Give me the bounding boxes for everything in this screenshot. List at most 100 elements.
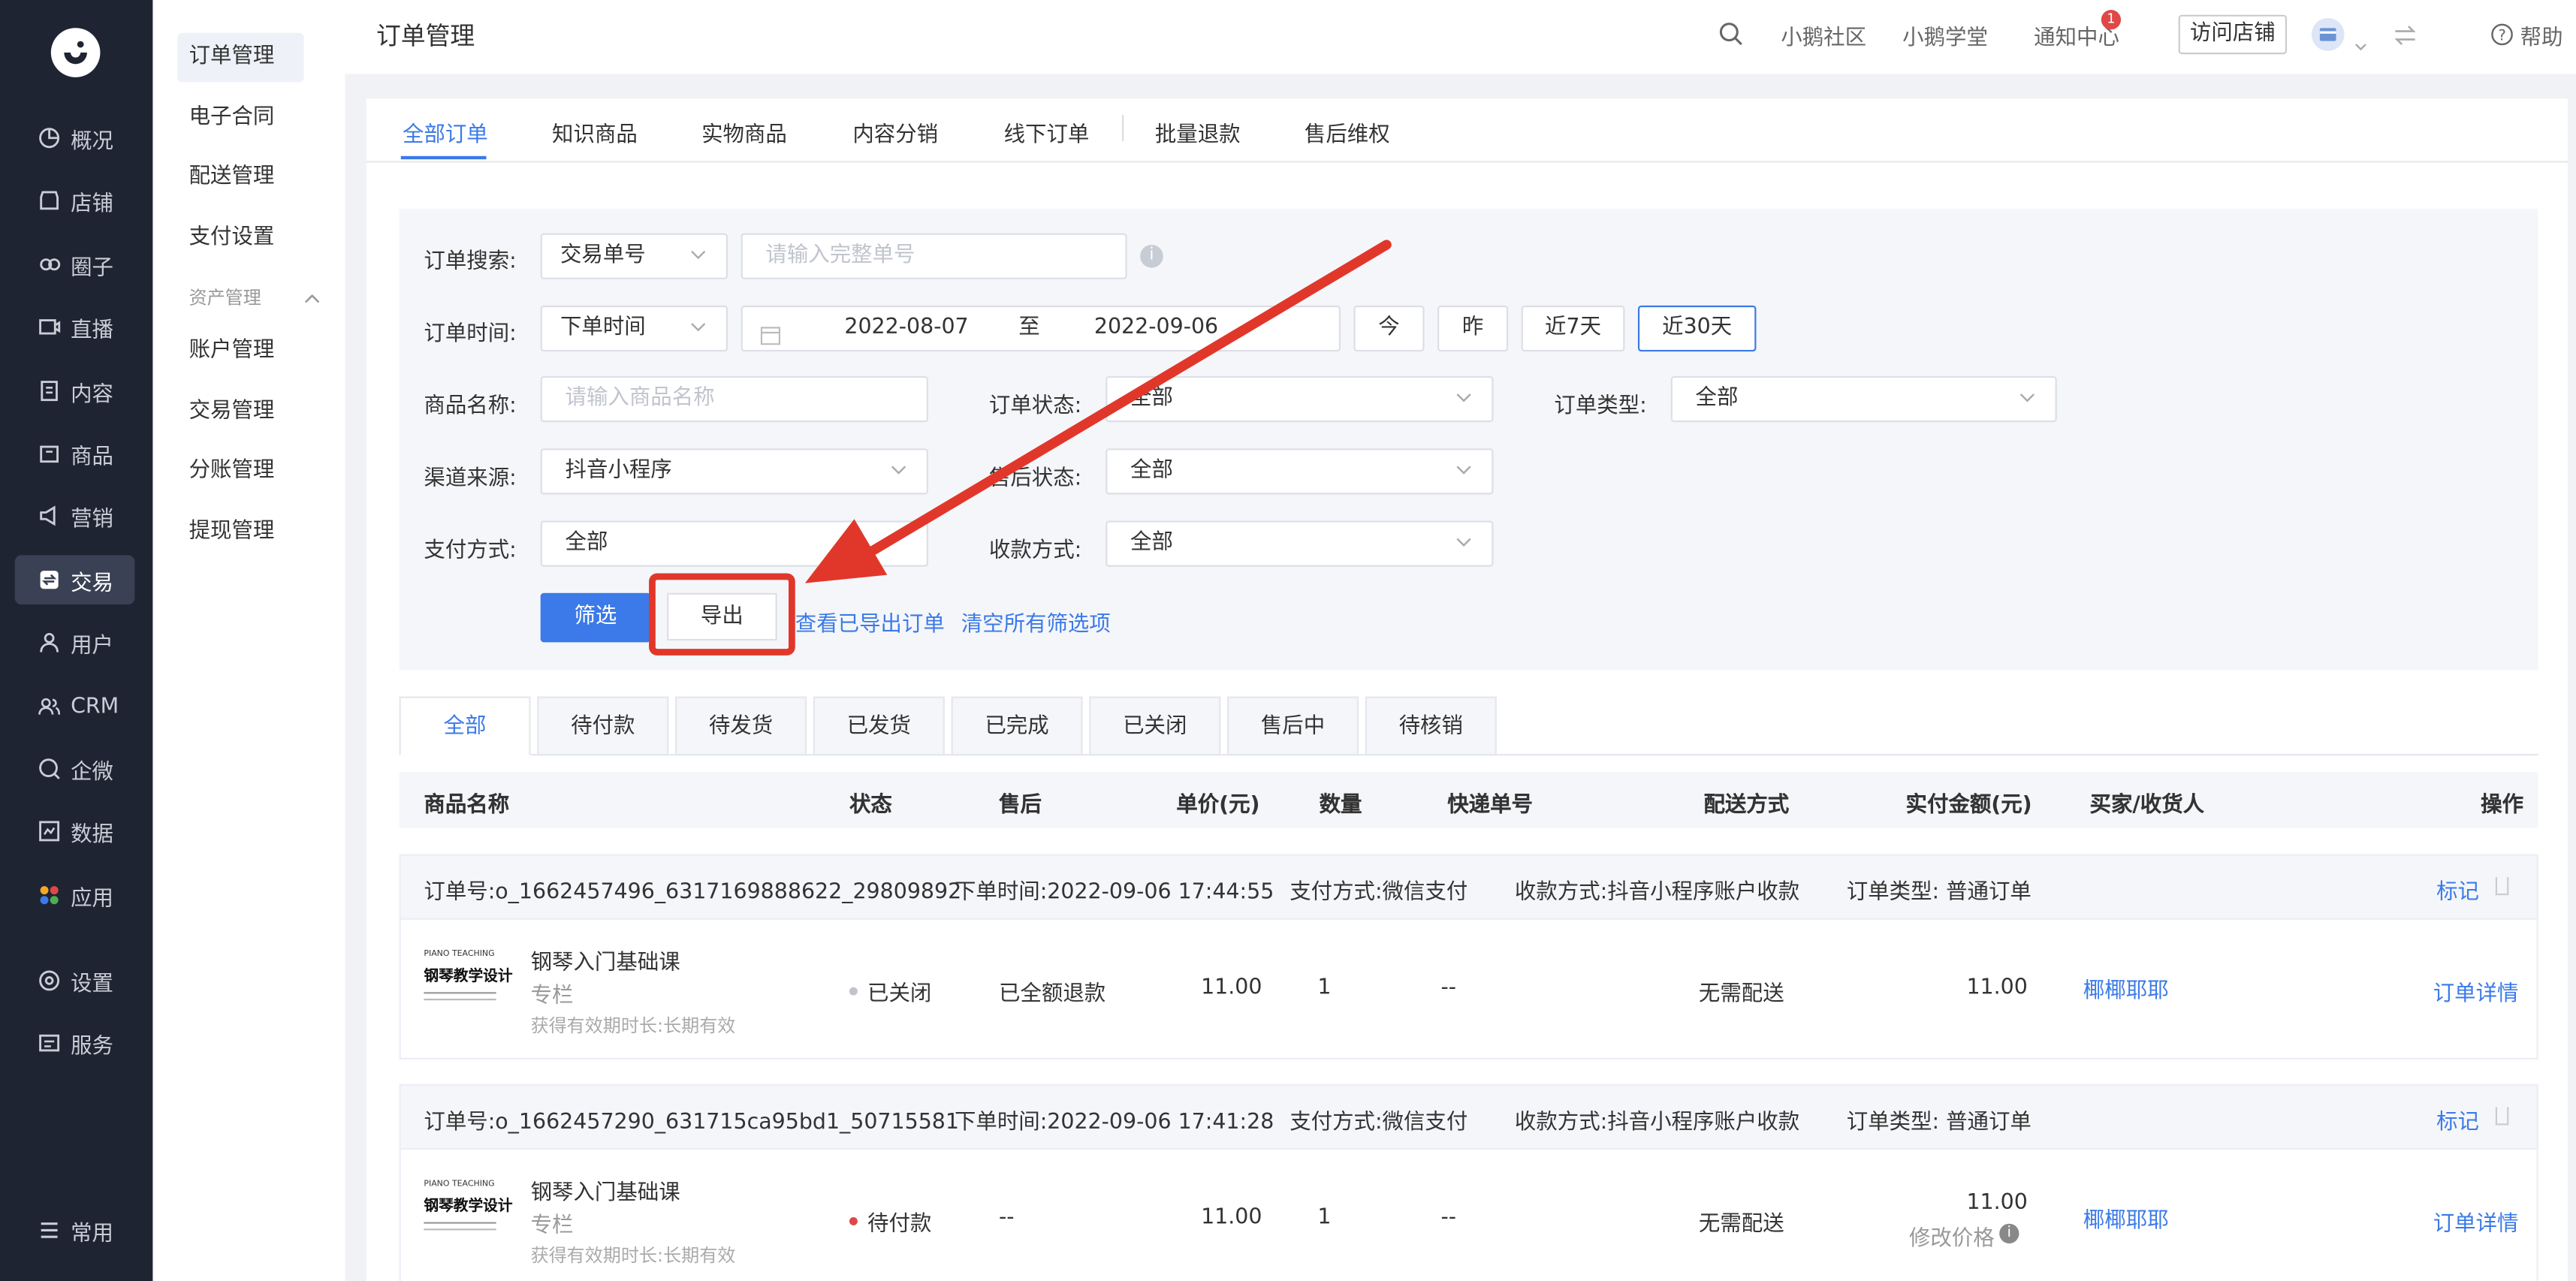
help-icon[interactable]: ? bbox=[2490, 21, 2514, 53]
tab-distribution[interactable]: 内容分销 bbox=[852, 116, 938, 148]
order-number-placeholder: 请输入完整单号 bbox=[765, 243, 915, 268]
product-name-placeholder: 请输入商品名称 bbox=[565, 386, 715, 411]
delivery-method: 无需配送 bbox=[1698, 1212, 1784, 1237]
link-community[interactable]: 小鹅社区 bbox=[1781, 20, 1866, 51]
status-tab-all[interactable]: 全部 bbox=[399, 696, 531, 756]
nav-item-trade[interactable]: 交易 bbox=[14, 555, 135, 604]
subnav-split[interactable]: 分账管理 bbox=[177, 447, 303, 496]
nav-item-marketing[interactable]: 营销 bbox=[15, 491, 135, 541]
nav-common[interactable]: 常用 bbox=[15, 1206, 135, 1255]
tab-all-orders[interactable]: 全部订单 bbox=[403, 116, 488, 148]
visit-store-button[interactable]: 访问店铺 bbox=[2178, 14, 2287, 55]
status-tab-completed[interactable]: 已完成 bbox=[951, 696, 1083, 756]
product-name[interactable]: 钢琴入门基础课 bbox=[531, 1174, 680, 1206]
tab-batch-refund[interactable]: 批量退款 bbox=[1155, 116, 1241, 148]
time-type-value: 下单时间 bbox=[560, 315, 646, 340]
store-avatar-icon[interactable] bbox=[2311, 18, 2345, 51]
search-icon[interactable] bbox=[1718, 21, 1743, 53]
time-type-select[interactable]: 下单时间 bbox=[540, 305, 728, 352]
status-tab-pending-ship[interactable]: 待发货 bbox=[675, 696, 807, 756]
order-detail-link[interactable]: 订单详情 bbox=[2433, 975, 2519, 1007]
status-tab-shipped[interactable]: 已发货 bbox=[813, 696, 945, 756]
nav-item-store[interactable]: 店铺 bbox=[15, 176, 135, 225]
nav-item-goods[interactable]: 商品 bbox=[15, 429, 135, 478]
quick-yesterday-button[interactable]: 昨 bbox=[1437, 305, 1509, 352]
subnav-group-asset[interactable]: 资产管理 bbox=[189, 284, 321, 310]
clear-filters-link[interactable]: 清空所有筛选项 bbox=[961, 606, 1111, 637]
order-status-select[interactable]: 全部 bbox=[1106, 375, 1494, 423]
status-tab-closed[interactable]: 已关闭 bbox=[1089, 696, 1221, 756]
nav-item-data[interactable]: 数据 bbox=[15, 806, 135, 856]
product-name-input[interactable]: 请输入商品名称 bbox=[540, 375, 928, 423]
bookmark-icon[interactable] bbox=[2495, 1107, 2509, 1126]
after-sale-status: 已全额退款 bbox=[999, 982, 1106, 1007]
sub-nav: 订单管理 电子合同 配送管理 支付设置 资产管理 账户管理 交易管理 分账管理 … bbox=[152, 0, 345, 1281]
mark-link[interactable]: 标记 bbox=[2436, 1104, 2479, 1135]
label-after-sale-status: 售后状态: bbox=[988, 466, 1082, 492]
label-order-search: 订单搜索: bbox=[424, 249, 517, 275]
date-end[interactable]: 2022-09-06 bbox=[1094, 307, 1218, 350]
quick-30days-button[interactable]: 近30天 bbox=[1637, 305, 1757, 352]
pay-method-select[interactable]: 全部 bbox=[540, 520, 928, 567]
quick-7days-button[interactable]: 近7天 bbox=[1521, 305, 1625, 352]
tab-offline[interactable]: 线下订单 bbox=[1004, 116, 1090, 148]
nav-item-label: 内容 bbox=[71, 381, 113, 407]
nav-item-circle[interactable]: 圈子 bbox=[15, 240, 135, 289]
notification-badge: 1 bbox=[2101, 10, 2122, 30]
subnav-delivery[interactable]: 配送管理 bbox=[177, 152, 303, 202]
info-icon[interactable]: i bbox=[1999, 1223, 2019, 1243]
tab-physical[interactable]: 实物商品 bbox=[701, 116, 787, 148]
search-type-select[interactable]: 交易单号 bbox=[540, 233, 728, 279]
chevron-up-icon bbox=[304, 287, 321, 308]
nav-item-wecom[interactable]: 企微 bbox=[15, 744, 135, 794]
logo-icon[interactable] bbox=[50, 28, 101, 77]
channel-select[interactable]: 抖音小程序 bbox=[540, 448, 928, 495]
subnav-withdraw[interactable]: 提现管理 bbox=[177, 508, 303, 557]
order-type-value: 全部 bbox=[1695, 386, 1739, 411]
express-number: -- bbox=[1440, 975, 1456, 1001]
nav-item-content[interactable]: 内容 bbox=[15, 366, 135, 416]
link-school[interactable]: 小鹅学堂 bbox=[1902, 20, 1988, 51]
order-type-select[interactable]: 全部 bbox=[1670, 375, 2057, 423]
switch-icon[interactable] bbox=[2394, 21, 2417, 53]
buyer-link[interactable]: 椰椰耶耶 bbox=[2083, 1202, 2169, 1234]
order-detail-link[interactable]: 订单详情 bbox=[2433, 1206, 2519, 1237]
label-pay-method: 支付方式: bbox=[424, 538, 517, 564]
nav-item-service[interactable]: 服务 bbox=[15, 1018, 135, 1068]
nav-item-crm[interactable]: CRM bbox=[15, 682, 135, 731]
subnav-trade[interactable]: 交易管理 bbox=[177, 387, 303, 437]
quick-today-button[interactable]: 今 bbox=[1353, 305, 1425, 352]
subnav-account[interactable]: 账户管理 bbox=[177, 327, 303, 376]
info-icon[interactable]: i bbox=[1140, 244, 1163, 268]
tab-knowledge[interactable]: 知识商品 bbox=[552, 116, 638, 148]
product-name[interactable]: 钢琴入门基础课 bbox=[531, 945, 680, 976]
chevron-down-icon bbox=[690, 250, 707, 260]
link-help[interactable]: 帮助 bbox=[2520, 20, 2563, 51]
date-start[interactable]: 2022-08-07 bbox=[844, 307, 968, 350]
chevron-down-icon[interactable] bbox=[2354, 26, 2368, 58]
label-product-name: 商品名称: bbox=[424, 394, 517, 419]
tab-after-sale[interactable]: 售后维权 bbox=[1305, 116, 1390, 148]
mark-link[interactable]: 标记 bbox=[2436, 874, 2479, 906]
nav-item-live[interactable]: 直播 bbox=[15, 303, 135, 352]
subnav-payment[interactable]: 支付设置 bbox=[177, 213, 303, 263]
nav-item-overview[interactable]: 概况 bbox=[15, 113, 135, 163]
modify-price-link[interactable]: 修改价格 bbox=[1909, 1220, 1995, 1252]
bookmark-icon[interactable] bbox=[2495, 877, 2509, 896]
after-sale-status-select[interactable]: 全部 bbox=[1106, 448, 1494, 495]
order-number-input[interactable]: 请输入完整单号 bbox=[741, 233, 1127, 279]
subnav-contract[interactable]: 电子合同 bbox=[177, 94, 303, 143]
status-tab-after-sale[interactable]: 售后中 bbox=[1227, 696, 1359, 756]
date-range-picker[interactable]: 2022-08-07 至 2022-09-06 bbox=[741, 305, 1341, 352]
nav-item-apps[interactable]: 应用 bbox=[15, 870, 135, 920]
thumb-small-text: PIANO TEACHING bbox=[424, 949, 495, 960]
view-exported-link[interactable]: 查看已导出订单 bbox=[795, 606, 945, 637]
nav-item-user[interactable]: 用户 bbox=[15, 618, 135, 668]
nav-item-settings[interactable]: 设置 bbox=[15, 956, 135, 1005]
filter-button[interactable]: 筛选 bbox=[540, 592, 651, 643]
collect-method-select[interactable]: 全部 bbox=[1106, 520, 1494, 567]
subnav-order-manage[interactable]: 订单管理 bbox=[177, 32, 304, 83]
status-tab-pending-pay[interactable]: 待付款 bbox=[537, 696, 669, 756]
buyer-link[interactable]: 椰椰耶耶 bbox=[2083, 972, 2169, 1004]
status-tab-to-verify[interactable]: 待核销 bbox=[1365, 696, 1497, 756]
